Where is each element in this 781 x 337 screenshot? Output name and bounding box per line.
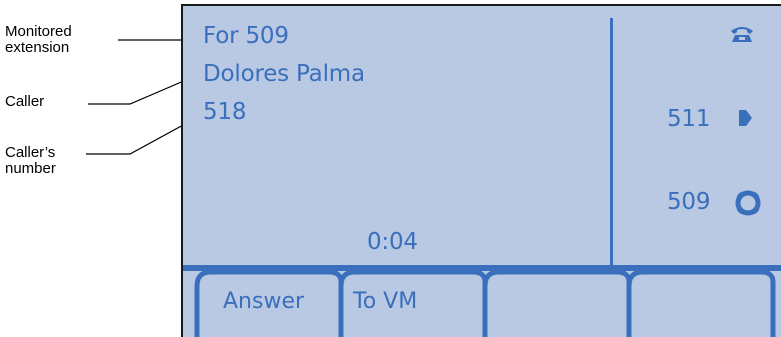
arrow-icon: [739, 110, 752, 126]
callers-number-callout-text: Caller’s number: [5, 144, 56, 177]
caller-callout-text: Caller: [5, 93, 45, 110]
hold-icon: [735, 190, 761, 216]
monitored-extension-callout-text: Monitored extension: [5, 23, 72, 56]
callers-number-callout: Caller’s number: [5, 145, 95, 177]
softkey-to-vm-label: To VM: [353, 289, 418, 314]
monitored-extension-text: For 509: [203, 23, 289, 49]
softkey-3-empty[interactable]: [485, 274, 625, 337]
softkey-answer-label: Answer: [223, 289, 305, 314]
monitored-extension-callout: Monitored extension: [5, 24, 115, 56]
line-appearance-509-number: 509: [667, 189, 711, 215]
call-timer: 0:04: [367, 229, 418, 255]
caller-name-text: Dolores Palma: [203, 61, 365, 87]
line-appearance-511-number: 511: [667, 106, 711, 132]
display-divider: [610, 18, 613, 268]
caller-callout: Caller: [5, 94, 44, 110]
phone-display-screen: For 509 Dolores Palma 518 0:04 511 509 A…: [181, 4, 781, 337]
callers-number-leader: [86, 117, 197, 155]
phone-icon: [731, 27, 753, 42]
softkey-4-empty[interactable]: [629, 274, 779, 337]
caller-number-text: 518: [203, 99, 247, 125]
